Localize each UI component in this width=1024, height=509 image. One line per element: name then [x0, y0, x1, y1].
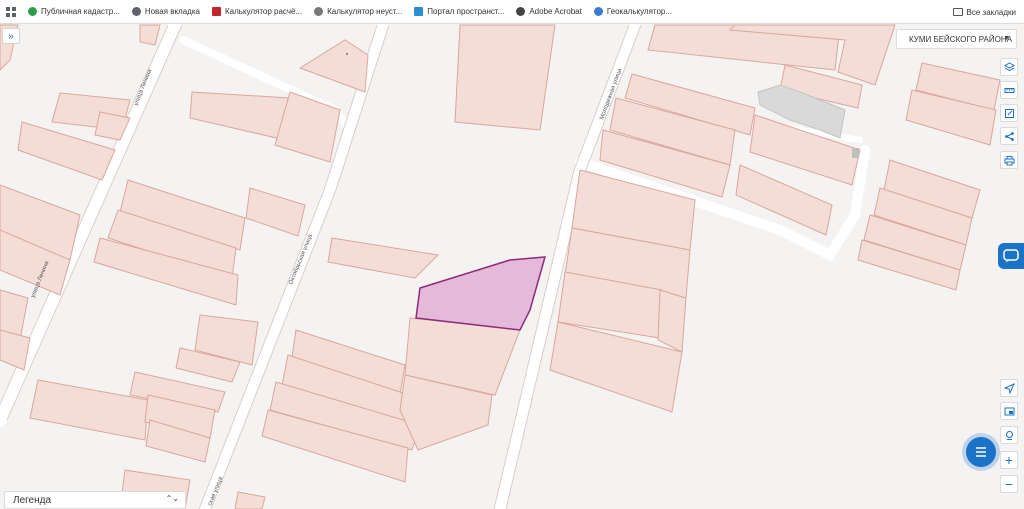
- bookmark-item-2[interactable]: Новая вкладка: [126, 0, 206, 24]
- region-select[interactable]: КУМИ БЕЙСКОГО РАЙОНА ▼: [896, 29, 1017, 49]
- layers-icon[interactable]: [1000, 58, 1018, 76]
- collapse-panel-button[interactable]: »: [2, 28, 20, 44]
- bookmark-label: Новая вкладка: [144, 7, 200, 16]
- bookmark-label: Калькулятор расчё...: [224, 7, 303, 16]
- ruler-icon[interactable]: [1000, 81, 1018, 99]
- locate-icon[interactable]: [1000, 379, 1018, 397]
- pin-icon[interactable]: [1000, 426, 1018, 444]
- bookmark-favicon: [211, 7, 221, 16]
- legend-dropdown[interactable]: Легенда ⌃⌄: [4, 491, 186, 509]
- all-bookmarks-label: Все закладки: [966, 7, 1016, 17]
- menu-icon: [976, 447, 986, 457]
- share-icon[interactable]: [1000, 127, 1018, 145]
- menu-fab-button[interactable]: [966, 437, 996, 467]
- chevron-up-down-icon: ⌃⌄: [165, 494, 179, 503]
- bookmark-item-5[interactable]: Портал пространст...: [408, 0, 510, 24]
- bookmark-item-7[interactable]: Геокалькулятор...: [588, 0, 678, 24]
- bookmark-favicon: [414, 7, 424, 16]
- bookmark-favicon: [28, 7, 37, 16]
- zoom-in-button[interactable]: +: [1000, 451, 1018, 469]
- bookmark-label: Adobe Acrobat: [529, 7, 582, 16]
- bookmark-label: Публичная кадастр...: [41, 7, 120, 16]
- map-canvas[interactable]: улица Ленина улица Ленина Октябрьская ул…: [0, 24, 1024, 509]
- bookmark-favicon: [593, 7, 603, 16]
- edit-icon[interactable]: [1000, 104, 1018, 122]
- bookmark-item-6[interactable]: Adobe Acrobat: [510, 0, 587, 24]
- bookmark-label: Геокалькулятор...: [606, 7, 673, 16]
- chevron-down-icon: ▼: [1003, 35, 1010, 42]
- bookmark-label: Портал пространст...: [427, 7, 505, 16]
- all-bookmarks-button[interactable]: Все закладки: [952, 0, 1016, 24]
- bookmark-item-1[interactable]: Публичная кадастр...: [22, 0, 126, 24]
- region-select-value: КУМИ БЕЙСКОГО РАЙОНА: [909, 34, 1012, 44]
- bookmark-label: Калькулятор неуст...: [327, 7, 403, 16]
- bookmark-favicon: [131, 7, 141, 16]
- building-marker: [852, 148, 859, 158]
- point-marker: [346, 53, 348, 55]
- bookmark-item-4[interactable]: Калькулятор неуст...: [308, 0, 408, 24]
- bookmark-favicon: [516, 7, 526, 16]
- zoom-out-button[interactable]: −: [1000, 475, 1018, 493]
- cadastral-map[interactable]: улица Ленина улица Ленина Октябрьская ул…: [0, 24, 1024, 509]
- legend-label: Легенда: [13, 494, 52, 506]
- folder-icon: [952, 8, 963, 16]
- image-icon[interactable]: [1000, 402, 1018, 420]
- bookmark-item-3[interactable]: Калькулятор расчё...: [206, 0, 308, 24]
- apps-grid-icon[interactable]: [0, 0, 22, 24]
- bookmarks-bar: Публичная кадастр... Новая вкладка Кальк…: [0, 0, 1024, 24]
- chat-tab-icon[interactable]: [998, 243, 1024, 269]
- print-icon[interactable]: [1000, 151, 1018, 169]
- bookmark-favicon: [314, 7, 324, 16]
